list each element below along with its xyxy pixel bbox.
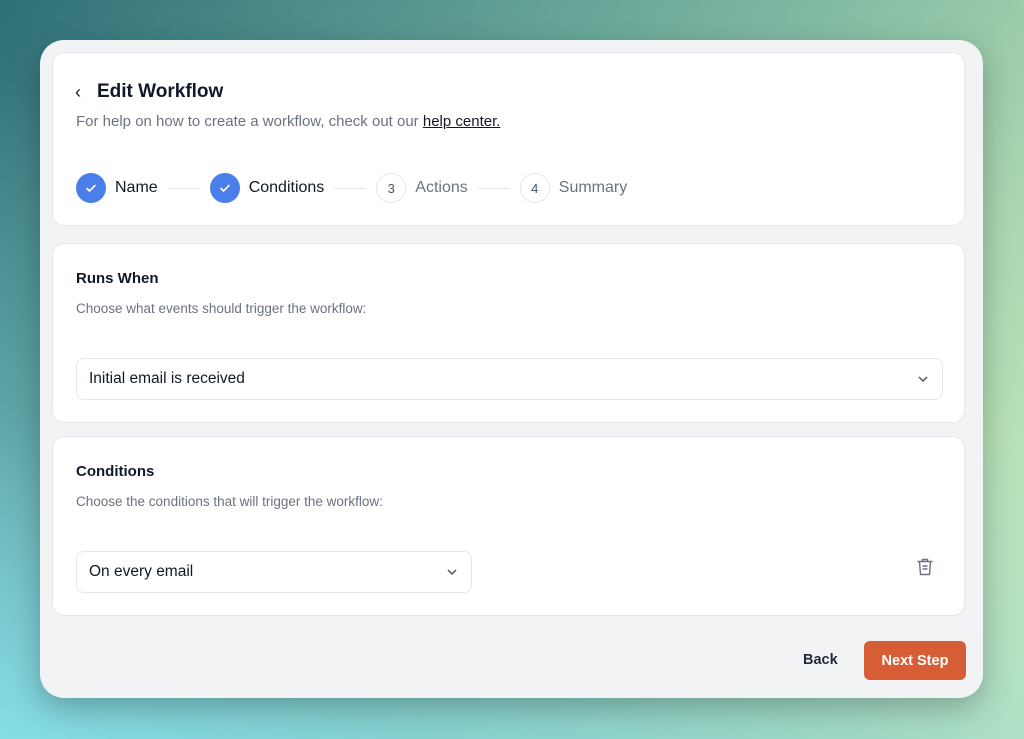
step-number: 4 xyxy=(519,173,550,203)
header-card: ‹ Edit Workflow For help on how to creat… xyxy=(52,52,965,226)
back-chevron-icon[interactable]: ‹ xyxy=(75,82,81,103)
conditions-card: Conditions Choose the conditions that wi… xyxy=(52,436,965,616)
next-step-button[interactable]: Next Step xyxy=(864,641,966,680)
help-center-link[interactable]: help center. xyxy=(423,113,501,130)
subtitle-text: For help on how to create a workflow, ch… xyxy=(76,113,423,130)
select-value: Initial email is received xyxy=(89,370,245,387)
condition-select[interactable]: On every email xyxy=(76,551,472,593)
step-divider xyxy=(334,187,367,189)
runs-when-card: Runs When Choose what events should trig… xyxy=(52,243,965,423)
section-description: Choose what events should trigger the wo… xyxy=(76,301,367,316)
section-title: Conditions xyxy=(76,463,155,480)
trash-icon[interactable] xyxy=(916,557,934,577)
workflow-window: ‹ Edit Workflow For help on how to creat… xyxy=(40,40,983,698)
step-number: 3 xyxy=(376,173,407,203)
chevron-down-icon xyxy=(447,569,457,576)
check-icon xyxy=(76,173,106,203)
step-conditions[interactable]: Conditions xyxy=(249,179,325,197)
step-name[interactable]: Name xyxy=(115,179,158,197)
page-subtitle: For help on how to create a workflow, ch… xyxy=(76,113,500,130)
chevron-down-icon xyxy=(918,376,928,383)
back-button[interactable]: Back xyxy=(803,652,838,668)
step-summary[interactable]: Summary xyxy=(559,179,627,197)
trigger-select[interactable]: Initial email is received xyxy=(76,358,943,400)
select-value: On every email xyxy=(89,563,194,580)
step-divider xyxy=(477,187,510,189)
stepper: Name Conditions 3 Actions 4 Summary xyxy=(76,173,627,203)
section-description: Choose the conditions that will trigger … xyxy=(76,494,383,509)
step-divider xyxy=(167,187,200,189)
page-title: Edit Workflow xyxy=(97,81,224,102)
check-icon xyxy=(209,173,240,203)
step-actions[interactable]: Actions xyxy=(415,179,467,197)
section-title: Runs When xyxy=(76,270,159,287)
